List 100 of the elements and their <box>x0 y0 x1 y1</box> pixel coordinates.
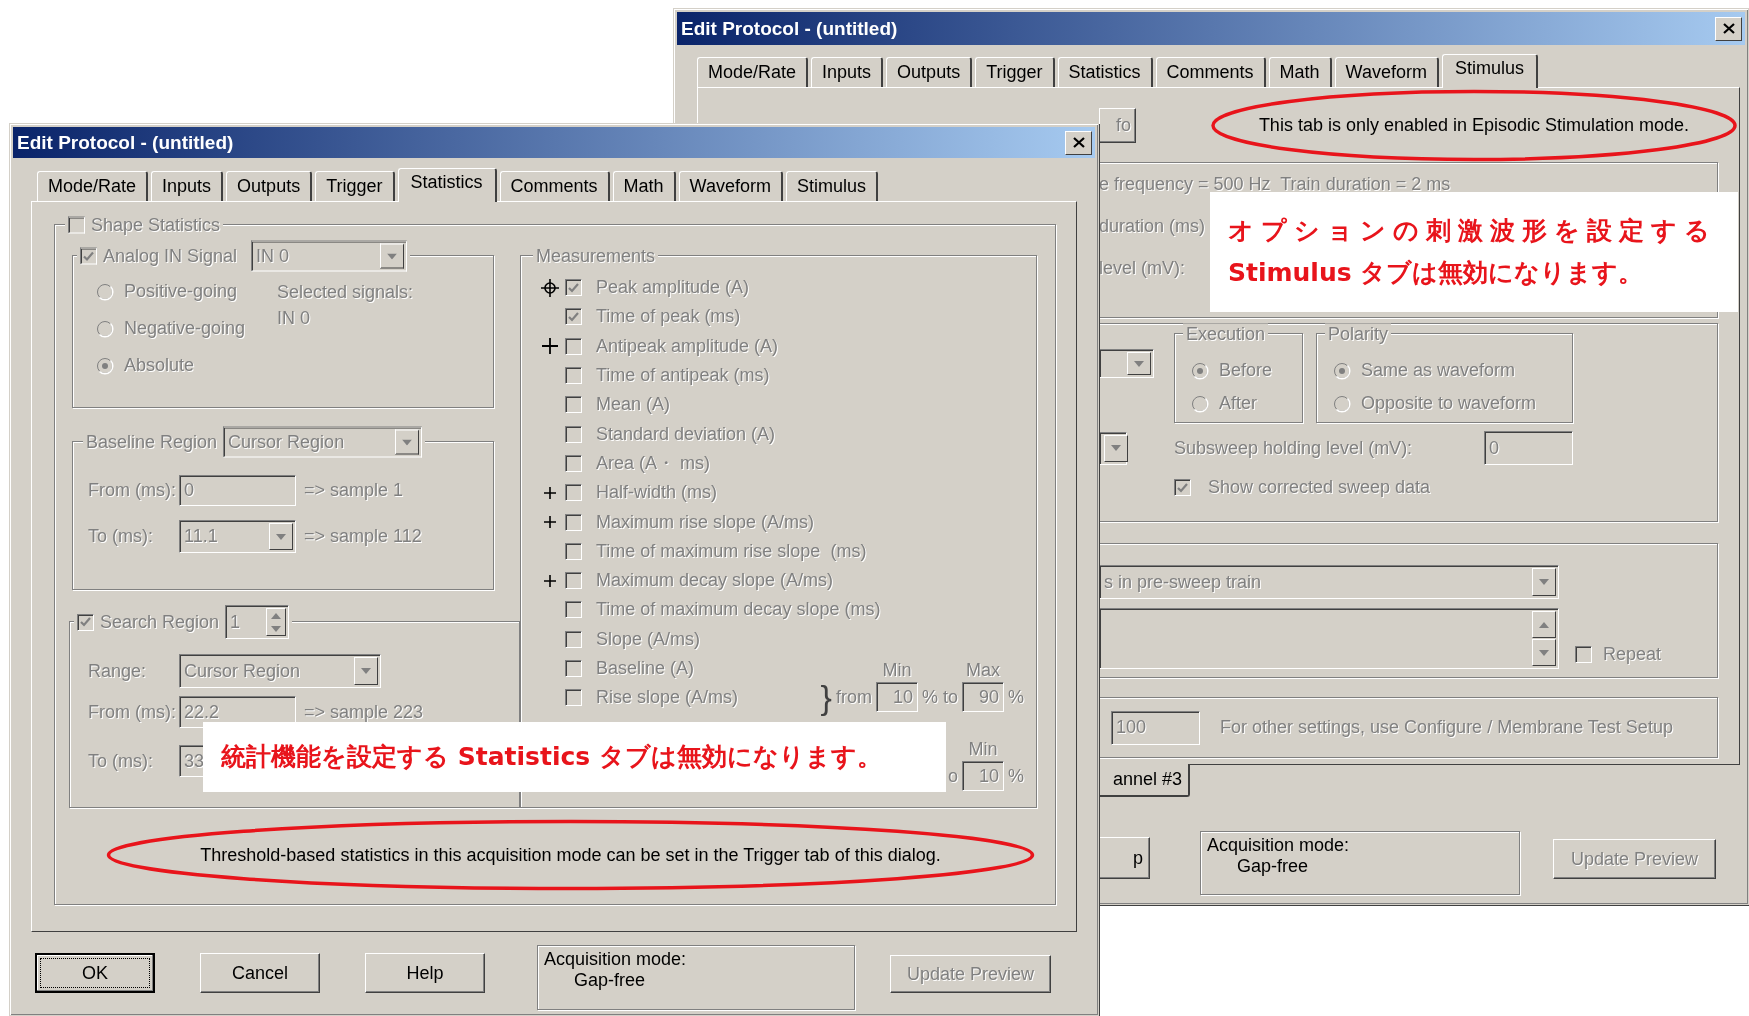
tab[interactable]: Waveform <box>1334 57 1439 87</box>
checkbox[interactable] <box>68 216 85 234</box>
radio-button[interactable] <box>1333 394 1351 413</box>
checkbox[interactable] <box>565 337 582 355</box>
checkbox[interactable] <box>565 660 582 677</box>
tab[interactable]: Outputs <box>226 171 313 201</box>
radio-button[interactable] <box>96 282 114 301</box>
dropdown[interactable] <box>1099 349 1154 378</box>
checkbox[interactable] <box>565 425 582 443</box>
column-header: Min <box>967 738 999 760</box>
plus-icon <box>543 515 557 529</box>
column-header: Max <box>964 659 1001 681</box>
tab[interactable]: Trigger <box>975 57 1055 87</box>
status-label: Acquisition mode: <box>544 949 688 970</box>
field-label: From (ms): <box>88 701 177 723</box>
checkbox-label: Search Region <box>100 611 220 633</box>
option-label: Negative-going <box>124 318 246 339</box>
checkbox[interactable] <box>1174 479 1191 496</box>
list-box[interactable] <box>1099 608 1559 669</box>
checkbox[interactable] <box>565 367 582 385</box>
tab[interactable]: annel #3 <box>1099 764 1190 797</box>
checkbox-label: Standard deviation (A) <box>596 423 776 445</box>
radio-button[interactable] <box>1191 361 1209 380</box>
dialog-button[interactable]: p <box>1099 837 1150 879</box>
tab[interactable]: Stimulus <box>1441 54 1538 88</box>
tab[interactable]: Statistics <box>397 168 497 202</box>
hint-text: For other settings, use Configure / Membrane Test Setup <box>1220 717 1673 738</box>
caret-icon <box>1134 360 1144 367</box>
radio-button[interactable] <box>1333 361 1351 380</box>
checkbox[interactable] <box>80 247 97 265</box>
tab[interactable]: Mode/Rate <box>697 57 809 87</box>
checkbox-label: Time of maximum rise slope (ms) <box>596 540 867 562</box>
group-title: Measurements <box>536 245 656 267</box>
dialog-button[interactable]: Help <box>365 953 485 993</box>
checkbox[interactable] <box>1575 646 1592 663</box>
field-label: Subsweep holding level (mV): <box>1174 437 1414 459</box>
checkbox[interactable] <box>565 484 582 502</box>
tab[interactable]: Inputs <box>811 57 884 87</box>
window-title: Edit Protocol - (untitled) <box>681 17 898 40</box>
option-label: Positive-going <box>124 281 238 302</box>
notice-text: This tab is only enabled in Episodic Stimulation mode. <box>1258 115 1690 136</box>
checkmark-icon <box>80 617 91 627</box>
radio-button[interactable] <box>96 356 114 375</box>
tab[interactable]: Trigger <box>315 171 395 201</box>
tab[interactable]: Statistics <box>1057 57 1153 87</box>
close-button[interactable] <box>1065 130 1092 155</box>
tab[interactable]: Math <box>612 171 676 201</box>
annotation-text: Stimulus タブは無効になります。 <box>1228 257 1645 289</box>
scroll-down-button[interactable] <box>1532 639 1556 666</box>
checkbox[interactable] <box>565 454 582 472</box>
sample-text: => sample 112 <box>304 526 422 547</box>
checkmark-icon <box>568 311 579 322</box>
checkbox-label: Repeat <box>1603 644 1662 665</box>
checkbox[interactable] <box>77 613 94 631</box>
close-icon <box>1722 23 1735 34</box>
caret-icon <box>361 668 371 674</box>
group-title: Execution <box>1186 323 1266 345</box>
checkbox-label: Shape Statistics <box>91 214 221 236</box>
annotation-text: オプションの刺激波形を設定する <box>1228 215 1718 247</box>
train-setting-text: e frequency = 500 Hz Train duration = 2 ms <box>1099 173 1451 196</box>
caret-icon <box>271 612 282 619</box>
option-label: Before <box>1219 360 1273 381</box>
notice-text: Threshold-based statistics in this acquisition mode can be set in the Trigger tab of this dialog. <box>200 844 941 866</box>
checkbox[interactable] <box>565 396 582 414</box>
checkbox-label: Show corrected sweep data <box>1208 477 1431 498</box>
option-label: Same as waveform <box>1361 360 1516 381</box>
checkbox[interactable] <box>565 572 582 590</box>
crosshair-icon <box>541 278 559 297</box>
column-header: Min <box>881 659 913 681</box>
checkbox[interactable] <box>565 279 582 297</box>
tab[interactable]: Comments <box>1155 57 1266 87</box>
tab[interactable]: Inputs <box>151 171 224 201</box>
radio-button[interactable] <box>96 319 114 338</box>
tab[interactable]: Mode/Rate <box>37 171 149 201</box>
checkbox-label: Time of antipeak (ms) <box>596 365 770 387</box>
dialog-button[interactable]: OK <box>35 953 155 993</box>
plus-icon <box>543 485 557 500</box>
field-label: % to <box>921 686 958 708</box>
checkbox[interactable] <box>565 542 582 560</box>
tab[interactable]: Comments <box>499 171 610 201</box>
tab[interactable]: Outputs <box>886 57 973 87</box>
tab[interactable]: Math <box>1268 57 1332 87</box>
checkbox[interactable] <box>565 308 582 326</box>
group-title: Baseline Region <box>86 431 218 453</box>
checkbox-label: Time of maximum decay slope (ms) <box>596 599 881 621</box>
close-button[interactable] <box>1715 16 1742 41</box>
dropdown[interactable] <box>1099 431 1127 465</box>
plus-icon <box>543 573 557 588</box>
close-icon <box>1072 137 1085 148</box>
checkbox[interactable] <box>565 630 582 648</box>
checkbox[interactable] <box>565 689 582 707</box>
tab[interactable]: Stimulus <box>785 171 878 201</box>
checkbox[interactable] <box>565 601 582 619</box>
caret-icon <box>1539 649 1549 656</box>
tab[interactable]: Waveform <box>678 171 783 201</box>
scroll-up-button[interactable] <box>1532 611 1556 638</box>
radio-button[interactable] <box>1191 394 1209 413</box>
checkbox[interactable] <box>565 513 582 531</box>
train-setting-text: level (mV): <box>1099 257 1185 280</box>
dialog-button[interactable]: Cancel <box>200 953 320 993</box>
